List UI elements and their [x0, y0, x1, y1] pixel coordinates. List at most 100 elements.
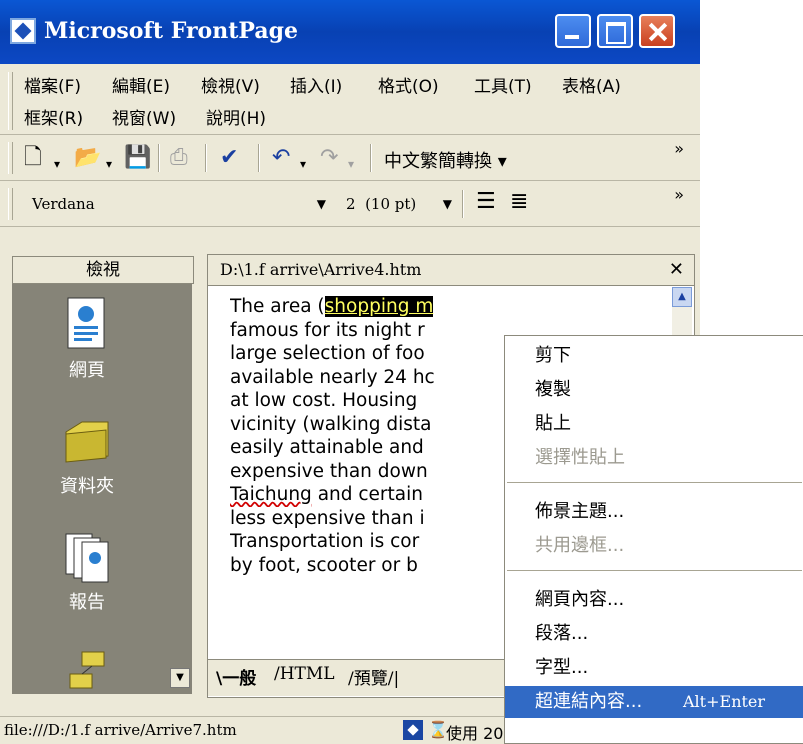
font-size-value: 2 (10 pt) [346, 195, 417, 213]
menu-item-label: 貼上 [535, 413, 571, 434]
document-tab[interactable]: D:\1.f arrive\Arrive4.htm ✕ [208, 255, 694, 286]
page-view-icon [62, 296, 112, 352]
menu-item-copy[interactable]: 複製 [505, 374, 803, 406]
menu-item-paste-special[interactable]: 選擇性貼上 [505, 442, 803, 474]
maximize-button[interactable] [597, 14, 633, 48]
font-select[interactable]: Verdana ▼ [22, 190, 330, 218]
view-page-label: 網頁 [69, 360, 105, 381]
formatting-toolbar: Verdana ▼ 2 (10 pt) ▼ ☰ ≣ » [0, 182, 700, 227]
publish-icon[interactable]: ⎙ [170, 146, 188, 170]
menu-edit[interactable]: 編輯(E) [112, 72, 170, 97]
misspelled-word[interactable]: Taichung [230, 484, 312, 505]
tab-normal-label: 一般 [222, 669, 257, 689]
text-segment: The area ( [230, 296, 325, 317]
selected-text[interactable]: shopping m [324, 296, 434, 317]
view-folders[interactable]: 資料夾 [12, 412, 162, 498]
frontpage-app-icon[interactable] [10, 18, 36, 44]
text-segment: and certain [311, 484, 423, 505]
menu-table[interactable]: 表格(A) [562, 72, 621, 97]
menu-item-label: 選擇性貼上 [535, 447, 625, 468]
view-folders-label: 資料夾 [60, 476, 114, 497]
menu-item-cut[interactable]: 剪下 [505, 340, 803, 372]
close-button[interactable] [639, 14, 675, 48]
align-left-icon[interactable]: ☰ [476, 190, 496, 214]
scroll-up-button[interactable]: ▲ [672, 287, 692, 307]
menu-item-label: 超連結內容... [535, 691, 643, 712]
menu-insert[interactable]: 插入(I) [290, 72, 342, 97]
font-value: Verdana [32, 195, 95, 213]
menu-item-label: 剪下 [535, 345, 571, 366]
view-reports-label: 報告 [69, 592, 105, 613]
new-dropdown-icon[interactable]: ▾ [54, 152, 60, 176]
chevron-down-icon[interactable]: ▼ [443, 190, 452, 218]
menu-item-label: 佈景主題... [535, 501, 625, 522]
menu-separator [507, 482, 802, 483]
save-icon[interactable]: 💾 [124, 146, 151, 170]
menu-item-paragraph[interactable]: 段落... [505, 618, 803, 650]
view-page[interactable]: 網頁 [12, 296, 162, 382]
toolbar-options-icon[interactable]: » [674, 187, 684, 203]
toolbar-separator [158, 144, 160, 172]
standard-toolbar: 🗋 ▾ 📂 ▾ 💾 ⎙ ✔ ↶ ▾ ↷ ▾ 中文繁簡轉換 ▾ » [0, 136, 700, 181]
menu-item-paste[interactable]: 貼上 [505, 408, 803, 440]
toolbar-separator [258, 144, 260, 172]
menu-view[interactable]: 檢視(V) [201, 72, 260, 97]
menu-tools[interactable]: 工具(T) [474, 72, 532, 97]
open-folder-icon[interactable]: 📂 [74, 146, 101, 170]
undo-dropdown-icon[interactable]: ▾ [300, 152, 306, 176]
minimize-button[interactable] [555, 14, 591, 48]
tab-preview-label: 預覽 [353, 669, 388, 689]
align-center-icon[interactable]: ≣ [510, 190, 528, 214]
spelling-icon[interactable]: ✔ [220, 146, 238, 170]
menu-format[interactable]: 格式(O) [378, 72, 439, 97]
reports-view-icon [62, 528, 112, 584]
menu-item-page-properties[interactable]: 網頁內容... [505, 584, 803, 616]
menu-item-shortcut: Alt+Enter [683, 692, 766, 711]
window-title: Microsoft FrontPage [44, 18, 298, 44]
menu-frames[interactable]: 框架(R) [24, 104, 83, 129]
menu-file[interactable]: 檔案(F) [24, 72, 81, 97]
toolbar-grip[interactable] [8, 188, 13, 220]
context-menu: 剪下 複製 貼上 選擇性貼上 佈景主題... 共用邊框... 網頁內容... 段… [504, 335, 803, 744]
view-reports[interactable]: 報告 [12, 528, 162, 614]
menu-item-label: 網頁內容... [535, 589, 625, 610]
tab-normal[interactable]: \一般 [216, 664, 256, 689]
title-bar[interactable]: Microsoft FrontPage [0, 0, 700, 64]
views-scroll-down-button[interactable]: ▼ [170, 668, 190, 688]
text-line: The area (shopping m [230, 295, 660, 319]
new-page-icon[interactable]: 🗋 [24, 146, 42, 170]
menu-help[interactable]: 說明(H) [206, 104, 266, 129]
menu-item-label: 段落... [535, 623, 589, 644]
toolbar-grip[interactable] [8, 142, 13, 174]
redo-icon[interactable]: ↷ [320, 146, 338, 170]
folder-view-icon [62, 412, 112, 468]
chinese-convert-button[interactable]: 中文繁簡轉換 ▾ [384, 147, 507, 173]
tab-html[interactable]: /HTML [274, 664, 335, 684]
menu-item-hyperlink-properties[interactable]: 超連結內容... Alt+Enter [505, 686, 803, 718]
menubar-grip[interactable] [8, 72, 13, 130]
hourglass-icon: ⌛ [428, 720, 448, 739]
redo-dropdown-icon[interactable]: ▾ [348, 152, 354, 176]
document-path: D:\1.f arrive\Arrive4.htm [220, 260, 422, 279]
tab-preview[interactable]: /預覽/| [348, 664, 399, 689]
menu-item-font[interactable]: 字型... [505, 652, 803, 684]
open-dropdown-icon[interactable]: ▾ [106, 152, 112, 176]
menu-item-label: 複製 [535, 379, 571, 400]
toolbar-separator [205, 144, 207, 172]
views-list: 網頁 資料夾 報告 ▼ [12, 284, 192, 694]
font-size-select[interactable]: 2 (10 pt) ▼ [336, 190, 456, 218]
toolbar-options-icon[interactable]: » [674, 141, 684, 157]
close-document-icon[interactable]: ✕ [669, 255, 684, 285]
menu-item-theme[interactable]: 佈景主題... [505, 496, 803, 528]
chevron-down-icon[interactable]: ▼ [317, 190, 326, 218]
undo-icon[interactable]: ↶ [272, 146, 290, 170]
menu-item-shared-borders[interactable]: 共用邊框... [505, 530, 803, 562]
view-navigation[interactable] [12, 646, 162, 706]
tab-html-label: HTML [279, 664, 335, 684]
status-url: file:///D:/1.f arrive/Arrive7.htm [4, 721, 237, 739]
menu-bar: 檔案(F) 編輯(E) 檢視(V) 插入(I) 格式(O) 工具(T) 表格(A… [0, 66, 700, 135]
frontpage-status-icon [403, 720, 423, 740]
menu-window[interactable]: 視窗(W) [112, 104, 176, 129]
menu-item-label: 共用邊框... [535, 535, 625, 556]
navigation-view-icon [62, 646, 112, 702]
